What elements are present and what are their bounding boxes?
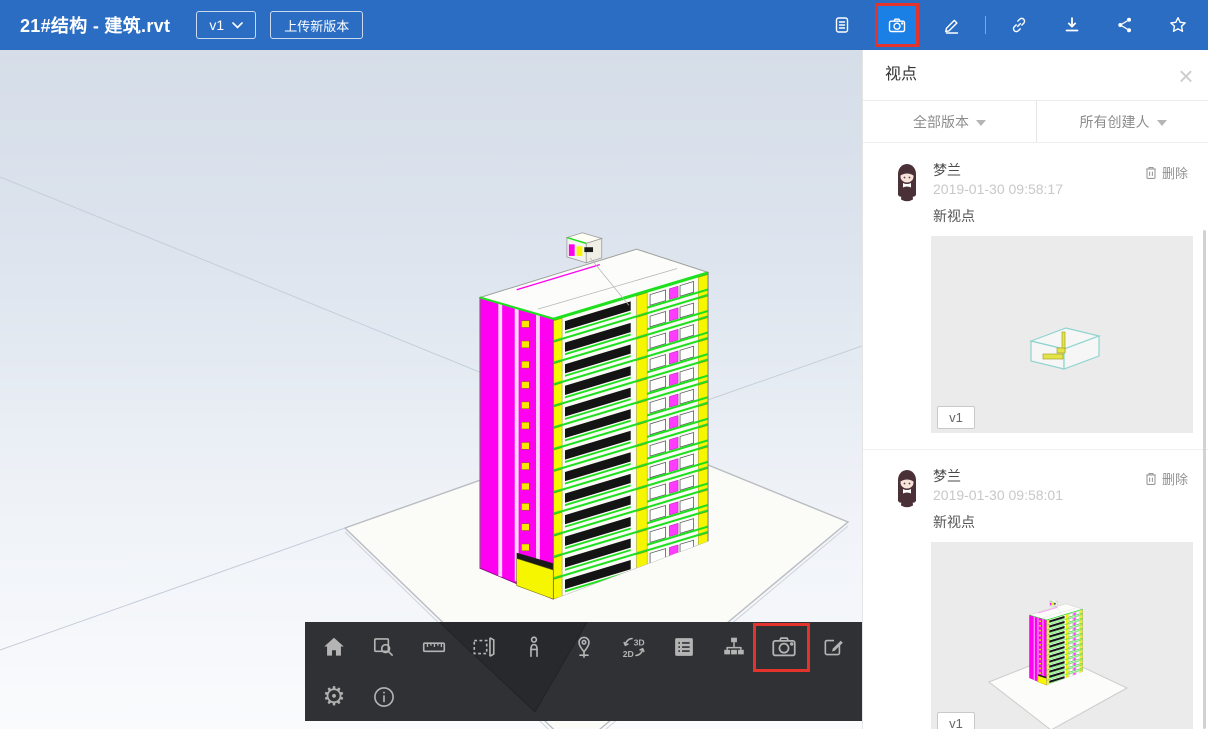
- viewpoint-thumbnail[interactable]: v1: [931, 236, 1193, 433]
- ruler-icon: [421, 634, 447, 660]
- section-box-button[interactable]: [459, 622, 509, 672]
- tree-icon: [721, 634, 747, 660]
- camera-snapshot-button[interactable]: [759, 622, 809, 672]
- card-timestamp: 2019-01-30 09:58:17: [933, 181, 1063, 197]
- card-user-name: 梦兰: [933, 160, 961, 180]
- header-icon-bar: [822, 0, 1198, 50]
- pin-viewpoint-button[interactable]: [559, 622, 609, 672]
- svg-text:2D: 2D: [623, 649, 634, 659]
- avatar: [893, 468, 921, 510]
- filter-all-creators[interactable]: 所有创建人: [1036, 101, 1208, 142]
- camera-viewpoints-button-active[interactable]: [875, 3, 919, 47]
- delete-button[interactable]: 删除: [1144, 469, 1188, 488]
- 2d-3d-icon: 3D 2D: [621, 634, 647, 660]
- markup-square-pencil-icon: [821, 634, 847, 660]
- filter-bar: 全部版本 所有创建人: [863, 100, 1208, 143]
- share-icon[interactable]: [1105, 0, 1145, 50]
- markup-button[interactable]: [809, 622, 859, 672]
- home-view-button[interactable]: [309, 622, 359, 672]
- viewpoints-panel: 视点 × 全部版本 所有创建人 梦兰 2019-01-30 09:58:17 删…: [862, 50, 1208, 729]
- camera-icon: [770, 633, 798, 661]
- fit-view-button[interactable]: [359, 622, 409, 672]
- trash-icon: [1144, 471, 1158, 486]
- model-tree-button[interactable]: [709, 622, 759, 672]
- header-divider: [985, 16, 986, 34]
- 2d-3d-toggle-button[interactable]: 3D 2D: [609, 622, 659, 672]
- dropdown-triangle-icon: [1157, 120, 1167, 126]
- section-icon: [471, 634, 497, 660]
- thumbnail-wireframe-box: [931, 236, 1193, 433]
- filter-all-versions[interactable]: 全部版本: [863, 101, 1036, 142]
- link-icon[interactable]: [999, 0, 1039, 50]
- person-icon: [521, 634, 547, 660]
- building-model: [480, 233, 708, 599]
- app-header: 21#结构 - 建筑.rvt v1 上传新版本: [0, 0, 1208, 50]
- fit-view-icon: [371, 634, 397, 660]
- map-pin-icon: [571, 634, 597, 660]
- viewpoint-thumbnail[interactable]: v1: [931, 542, 1193, 729]
- home-icon: [321, 634, 347, 660]
- gear-icon: ⚙: [322, 684, 345, 710]
- viewpoint-name: 新视点: [933, 512, 975, 532]
- list-icon: [671, 634, 697, 660]
- panel-scrollbar-thumb[interactable]: [1203, 230, 1206, 729]
- viewpoint-name: 新视点: [933, 206, 975, 226]
- card-user-name: 梦兰: [933, 466, 961, 486]
- star-favorite-icon[interactable]: [1158, 0, 1198, 50]
- download-icon[interactable]: [1052, 0, 1092, 50]
- version-selector-label: v1: [209, 17, 224, 33]
- info-icon: [371, 684, 397, 710]
- avatar: [893, 162, 921, 204]
- version-selector[interactable]: v1: [196, 11, 256, 39]
- svg-text:3D: 3D: [634, 637, 645, 647]
- version-tag: v1: [937, 406, 975, 429]
- version-tag: v1: [937, 712, 975, 729]
- card-timestamp: 2019-01-30 09:58:01: [933, 487, 1063, 503]
- delete-button[interactable]: 删除: [1144, 163, 1188, 182]
- markup-pen-icon[interactable]: [932, 0, 972, 50]
- info-button[interactable]: [359, 672, 409, 722]
- measure-button[interactable]: [409, 622, 459, 672]
- upload-new-version-button[interactable]: 上传新版本: [270, 11, 363, 39]
- chevron-down-icon: [232, 22, 243, 29]
- viewer-toolbar: 3D 2D: [305, 622, 862, 721]
- walkthrough-button[interactable]: [509, 622, 559, 672]
- file-title: 21#结构 - 建筑.rvt: [20, 12, 170, 38]
- settings-button[interactable]: ⚙: [309, 672, 359, 722]
- close-icon[interactable]: ×: [1170, 60, 1202, 92]
- properties-list-button[interactable]: [659, 622, 709, 672]
- thumbnail-building-model: [931, 542, 1193, 729]
- trash-icon: [1144, 165, 1158, 180]
- card-divider: [863, 449, 1208, 450]
- document-icon[interactable]: [822, 0, 862, 50]
- camera-icon: [886, 15, 908, 35]
- panel-title: 视点: [885, 50, 917, 100]
- dropdown-triangle-icon: [976, 120, 986, 126]
